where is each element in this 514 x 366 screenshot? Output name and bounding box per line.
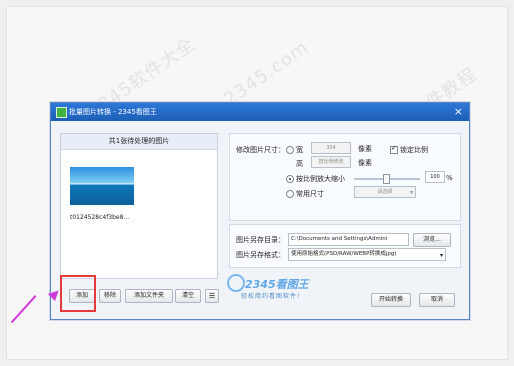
height-input[interactable]: 按比例修改 bbox=[311, 156, 351, 168]
clear-button[interactable]: 清空 bbox=[175, 289, 201, 303]
width-input[interactable]: 304 bbox=[311, 142, 351, 154]
add-button-highlight bbox=[60, 275, 96, 312]
save-format-label: 图片另存格式： bbox=[236, 251, 285, 259]
common-size-select[interactable]: 请选择 ▾ bbox=[354, 186, 416, 198]
save-format-value: 使用原始格式(PSD/RAW/WEBP转换成jpg) bbox=[291, 251, 397, 257]
list-icon[interactable]: ☰ bbox=[205, 289, 219, 303]
save-dir-input[interactable]: C:\Documents and Settings\Admini bbox=[288, 233, 409, 246]
width-radio[interactable] bbox=[286, 146, 294, 154]
close-icon[interactable]: × bbox=[454, 103, 463, 121]
browse-button[interactable]: 浏览... bbox=[413, 233, 451, 247]
resize-group: 修改图片尺寸： 宽 304 像素 锁定比例 高 按比例修改 像素 按比例放大缩小… bbox=[229, 133, 461, 221]
percent-label: % bbox=[446, 174, 453, 182]
scale-value-input[interactable]: 100 bbox=[425, 171, 445, 183]
image-thumbnail[interactable] bbox=[70, 167, 134, 205]
scale-label: 按比例放大缩小 bbox=[296, 175, 345, 183]
width-unit: 像素 bbox=[358, 145, 372, 153]
chevron-down-icon: ▾ bbox=[409, 189, 413, 196]
thumbnail-caption: t0124528c4f3be8... bbox=[70, 214, 130, 221]
brand-logo bbox=[227, 274, 245, 292]
save-format-select[interactable]: 使用原始格式(PSD/RAW/WEBP转换成jpg) ▾ bbox=[288, 248, 446, 261]
scale-slider-thumb[interactable] bbox=[383, 174, 390, 184]
common-size-label: 常用尺寸 bbox=[296, 190, 324, 198]
resize-label: 修改图片尺寸： bbox=[236, 146, 285, 154]
brand-slogan: 轻松简约看图软件! bbox=[241, 293, 301, 300]
height-label: 高 bbox=[296, 160, 303, 168]
scale-radio[interactable] bbox=[286, 175, 294, 183]
width-label: 宽 bbox=[296, 146, 303, 154]
dialog-title: 批量图片转换 - 2345看图王 bbox=[69, 108, 157, 116]
add-folder-button[interactable]: 添加文件夹 bbox=[125, 289, 173, 303]
remove-button[interactable]: 移除 bbox=[99, 289, 121, 303]
common-size-value: 请选择 bbox=[377, 189, 393, 195]
start-convert-button[interactable]: 开始转换 bbox=[371, 293, 411, 307]
lock-ratio-label: 锁定比例 bbox=[400, 146, 428, 154]
common-size-radio[interactable] bbox=[286, 190, 294, 198]
cancel-button[interactable]: 取消 bbox=[419, 293, 455, 307]
image-list[interactable]: 共1张待处理的图片 t0124528c4f3be8... bbox=[60, 133, 218, 279]
dialog-titlebar[interactable]: 批量图片转换 - 2345看图王 × bbox=[51, 103, 469, 121]
save-dir-label: 图片另存目录： bbox=[236, 236, 285, 244]
save-group: 图片另存目录： C:\Documents and Settings\Admini… bbox=[229, 224, 461, 268]
brand-name: 2345看图王 bbox=[245, 278, 309, 291]
app-icon bbox=[56, 107, 67, 118]
list-header: 共1张待处理的图片 bbox=[61, 134, 217, 150]
lock-ratio-checkbox[interactable] bbox=[390, 144, 398, 154]
chevron-down-icon: ▾ bbox=[439, 252, 443, 259]
height-unit: 像素 bbox=[358, 159, 372, 167]
